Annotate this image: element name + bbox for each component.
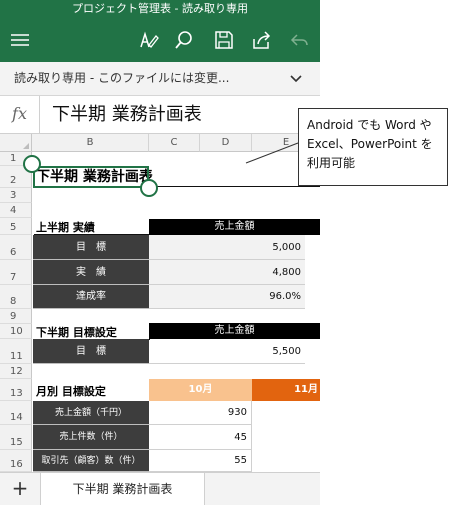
spreadsheet-grid[interactable]: B C D E 1 2 3 4 5 6 7 8 9 10 11 12 13 14…: [0, 134, 320, 472]
second-half-header[interactable]: 売上金額: [149, 323, 320, 339]
row-header[interactable]: 7: [0, 260, 32, 285]
callout-line: 利用可能: [307, 156, 356, 170]
annotation-callout: Android でも Word や Excel、PowerPoint を 利用可…: [298, 108, 448, 186]
app-toolbar: [0, 18, 320, 62]
search-icon[interactable]: [172, 28, 196, 52]
select-all-corner[interactable]: [0, 134, 32, 152]
share-icon[interactable]: [250, 28, 274, 52]
menu-icon[interactable]: [8, 28, 32, 52]
first-half-rate-value[interactable]: 96.0%: [149, 285, 305, 309]
window-title: プロジェクト管理表 - 読み取り専用: [0, 0, 320, 18]
row-header[interactable]: 10: [0, 324, 32, 339]
month-header[interactable]: 11月: [252, 379, 320, 401]
row-header[interactable]: 4: [0, 203, 32, 218]
row-header[interactable]: 5: [0, 218, 32, 235]
monthly-sales-label[interactable]: 売上金額（千円）: [33, 401, 149, 425]
column-header[interactable]: B: [32, 134, 149, 152]
readonly-banner-text: 読み取り専用 - このファイルには変更...: [14, 71, 230, 85]
row-header[interactable]: 12: [0, 364, 32, 379]
cell-selection-box[interactable]: [33, 166, 149, 188]
first-half-target-label[interactable]: 目 標: [33, 235, 149, 260]
add-sheet-button[interactable]: +: [0, 473, 40, 505]
monthly-sales-value[interactable]: 930: [149, 401, 252, 425]
first-half-target-value[interactable]: 5,000: [149, 235, 305, 260]
selection-handle-end[interactable]: [140, 179, 158, 197]
first-half-rate-label[interactable]: 達成率: [33, 285, 149, 309]
month-header[interactable]: 10月: [149, 379, 252, 401]
monthly-clients-label[interactable]: 取引先（顧客）数（件）: [33, 450, 149, 472]
row-header[interactable]: 14: [0, 401, 32, 425]
row-header[interactable]: 9: [0, 309, 32, 324]
function-icon[interactable]: fx: [0, 96, 40, 133]
readonly-banner[interactable]: 読み取り専用 - このファイルには変更...: [0, 62, 320, 96]
row-header[interactable]: 13: [0, 379, 32, 401]
first-half-header[interactable]: 売上金額: [149, 219, 320, 235]
row-header[interactable]: 8: [0, 285, 32, 309]
excel-mobile-app: プロジェクト管理表 - 読み取り専用 読み取り専用 - このファイルには変更..…: [0, 0, 320, 505]
row-header[interactable]: 6: [0, 235, 32, 260]
formula-input[interactable]: 下半期 業務計画表: [52, 96, 202, 133]
second-half-target-label[interactable]: 目 標: [33, 339, 149, 364]
second-half-heading[interactable]: 下半期 目標設定: [36, 325, 117, 340]
draw-pen-icon[interactable]: [136, 28, 160, 52]
column-header[interactable]: D: [200, 134, 252, 152]
monthly-count-label[interactable]: 売上件数（件）: [33, 425, 149, 450]
callout-line: Android でも Word や: [307, 118, 432, 132]
row-header[interactable]: 16: [0, 450, 32, 472]
monthly-clients-value[interactable]: 55: [149, 450, 252, 472]
formula-bar: fx 下半期 業務計画表: [0, 96, 320, 134]
column-header[interactable]: C: [149, 134, 200, 152]
selection-handle-start[interactable]: [23, 155, 41, 173]
second-half-target-value[interactable]: 5,500: [149, 339, 305, 364]
first-half-heading[interactable]: 上半期 実績: [36, 220, 95, 235]
callout-line: Excel、PowerPoint を: [307, 137, 433, 151]
monthly-heading[interactable]: 月別 目標設定: [36, 383, 106, 401]
row-header[interactable]: 15: [0, 425, 32, 450]
sheet-tab-active[interactable]: 下半期 業務計画表: [40, 473, 205, 505]
first-half-actual-label[interactable]: 実 績: [33, 260, 149, 285]
monthly-count-value[interactable]: 45: [149, 425, 252, 450]
row-header[interactable]: 3: [0, 188, 32, 203]
save-icon[interactable]: [212, 28, 236, 52]
first-half-actual-value[interactable]: 4,800: [149, 260, 305, 285]
chevron-down-icon[interactable]: [290, 74, 302, 84]
row-header[interactable]: 11: [0, 339, 32, 364]
sheet-tab-bar: + 下半期 業務計画表: [0, 472, 320, 505]
undo-icon[interactable]: [288, 28, 312, 52]
